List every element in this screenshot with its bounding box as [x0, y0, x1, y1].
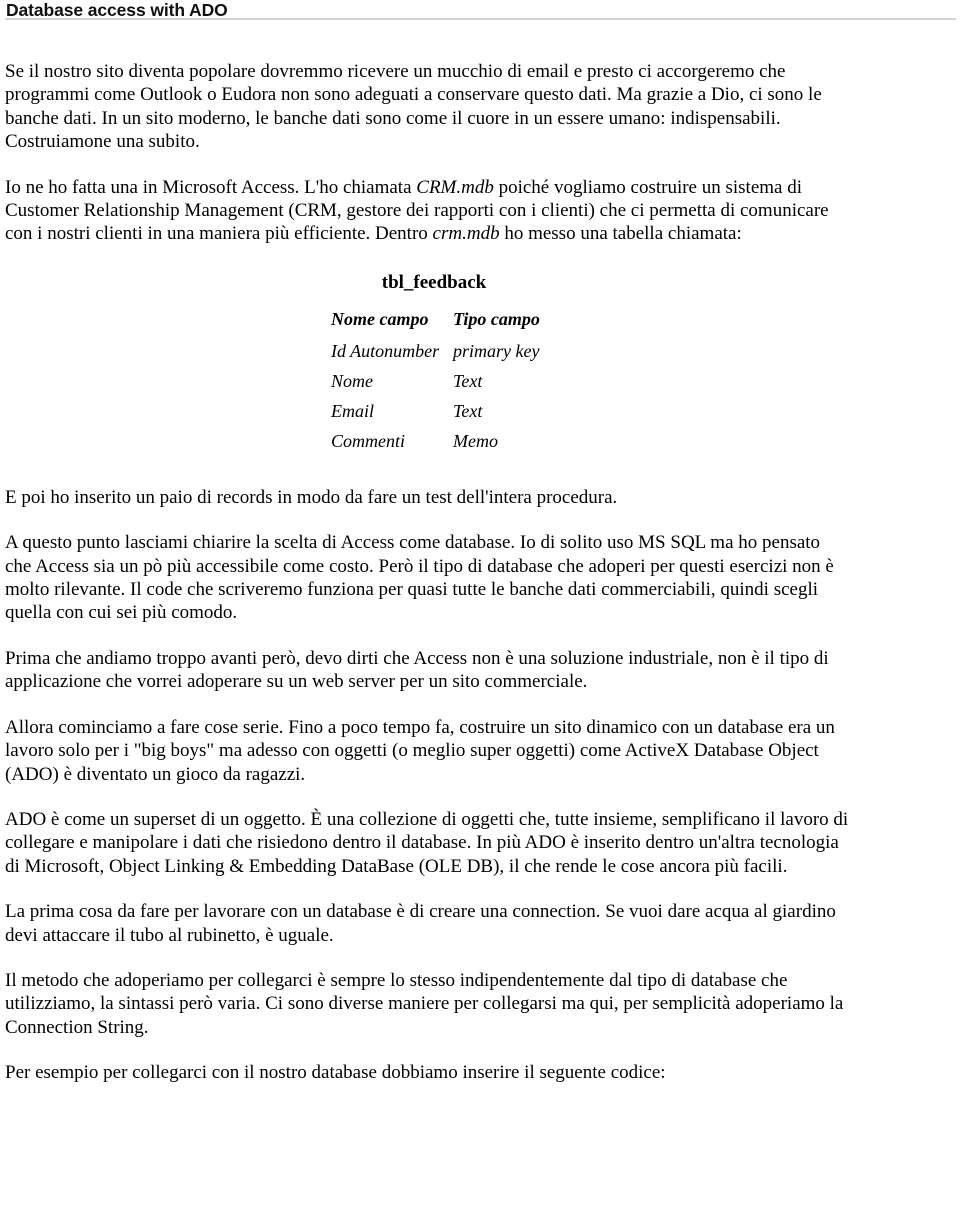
- paragraph-access-choice: A questo punto lasciami chiarire la scel…: [5, 531, 850, 625]
- paragraph-crm-mdb: Io ne ho fatta una in Microsoft Access. …: [5, 176, 850, 246]
- paragraph-records-test: E poi ho inserito un paio di records in …: [5, 486, 850, 509]
- text-run: A questo punto lasciami chiarire la scel…: [5, 532, 834, 624]
- cell-field-type: Text: [453, 400, 483, 421]
- page-title: Database access with ADO: [6, 0, 228, 20]
- emphasis-text: crm.mdb: [432, 223, 500, 245]
- cell-field-type: Text: [453, 370, 483, 391]
- paragraph-access-not-industrial: Prima che andiamo troppo avanti però, de…: [5, 647, 850, 694]
- text-run: Il metodo che adoperiamo per collegarci …: [5, 969, 844, 1038]
- text-run: ho messo una tabella chiamata:: [499, 223, 742, 245]
- cell-field-type: Memo: [453, 430, 498, 451]
- table-row: Id Autonumber primary key: [331, 340, 540, 370]
- document-body: Se il nostro sito diventa popolare dovre…: [5, 60, 955, 1085]
- column-header-nome-campo: Nome campo: [331, 308, 429, 329]
- emphasis-text: CRM.mdb: [416, 176, 494, 198]
- text-run: Io ne ho fatta una in Microsoft Access. …: [5, 176, 417, 198]
- document-page: Database access with ADO Se il nostro si…: [0, 0, 960, 1222]
- cell-field-name: Nome: [331, 370, 373, 391]
- text-run: Se il nostro sito diventa popolare dovre…: [5, 61, 822, 153]
- text-run: E poi ho inserito un paio di records in …: [5, 486, 618, 508]
- field-table-title: tbl_feedback: [381, 271, 487, 293]
- cell-field-name: Email: [331, 400, 374, 421]
- cell-field-type: primary key: [453, 340, 540, 361]
- document-header: Database access with ADO: [5, 0, 956, 60]
- text-run: Per esempio per collegarci con il nostro…: [5, 1062, 666, 1084]
- paragraph-group-before-table: Se il nostro sito diventa popolare dovre…: [5, 60, 955, 246]
- text-run: Allora cominciamo a fare cose serie. Fin…: [5, 716, 835, 785]
- cell-field-name: Commenti: [331, 430, 405, 451]
- paragraph-group-after-table: E poi ho inserito un paio di records in …: [5, 486, 955, 1085]
- column-header-tipo-campo: Tipo campo: [453, 308, 540, 329]
- paragraph-ado-superset: ADO è come un superset di un oggetto. È …: [5, 808, 850, 878]
- table-row: Commenti Memo: [331, 430, 540, 460]
- paragraph-connection: La prima cosa da fare per lavorare con u…: [5, 900, 850, 947]
- field-table-block: tbl_feedback Nome campo Tipo campo Id Au…: [5, 268, 955, 460]
- field-table-body: Id Autonumber primary key Nome Text Email Tex…: [331, 340, 540, 460]
- table-header-row: Nome campo Tipo campo: [331, 308, 540, 340]
- field-definition-table: Nome campo Tipo campo Id Autonumber prima…: [331, 308, 540, 460]
- paragraph-intro: Se il nostro sito diventa popolare dovre…: [5, 60, 850, 154]
- text-run: ADO è come un superset di un oggetto. È …: [5, 808, 849, 877]
- text-run: La prima cosa da fare per lavorare con u…: [5, 901, 836, 946]
- table-row: Nome Text: [331, 370, 540, 400]
- field-table-head: Nome campo Tipo campo: [331, 308, 540, 340]
- table-row: Email Text: [331, 400, 540, 430]
- header-divider: [5, 18, 956, 20]
- text-run: Prima che andiamo troppo avanti però, de…: [5, 647, 829, 693]
- paragraph-connection-string: Il metodo che adoperiamo per collegarci …: [5, 969, 850, 1039]
- paragraph-cose-serie: Allora cominciamo a fare cose serie. Fin…: [5, 716, 850, 786]
- cell-field-name: Id Autonumber: [331, 340, 440, 361]
- paragraph-esempio-codice: Per esempio per collegarci con il nostro…: [5, 1061, 850, 1084]
